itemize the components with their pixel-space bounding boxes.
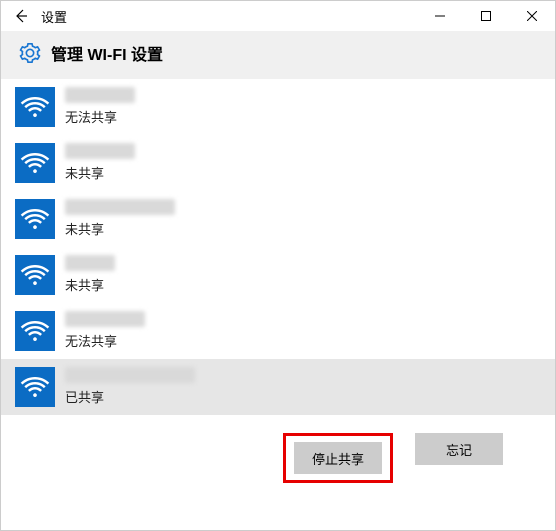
back-button[interactable] [11,6,31,26]
stop-share-button[interactable]: 停止共享 [294,442,382,474]
network-name-redacted [65,199,175,215]
network-name-redacted [65,311,145,327]
network-status: 未共享 [65,219,175,238]
maximize-button[interactable] [463,1,509,31]
network-status: 无法共享 [65,107,135,126]
network-item[interactable]: 未共享 [1,191,555,247]
wifi-icon [15,87,55,127]
window-controls [417,1,555,31]
wifi-icon [15,255,55,295]
network-item[interactable]: 未共享 [1,247,555,303]
network-name-redacted [65,367,195,383]
network-name-redacted [65,143,135,159]
network-status: 已共享 [65,387,195,406]
action-row: 停止共享 忘记 [1,415,555,483]
wifi-icon [15,199,55,239]
network-text: 无法共享 [65,87,135,126]
network-name-redacted [65,87,135,103]
network-name-redacted [65,255,115,271]
wifi-icon [15,143,55,183]
highlight-annotation: 停止共享 [283,433,393,483]
network-text: 未共享 [65,199,175,238]
minimize-button[interactable] [417,1,463,31]
close-icon [527,11,537,21]
titlebar: 设置 [1,1,555,31]
network-list: 无法共享未共享未共享未共享无法共享已共享 [1,79,555,415]
network-text: 未共享 [65,255,115,294]
network-item[interactable]: 无法共享 [1,303,555,359]
forget-button[interactable]: 忘记 [415,433,503,465]
network-text: 已共享 [65,367,195,406]
network-item[interactable]: 未共享 [1,135,555,191]
gear-icon [19,42,41,64]
titlebar-left: 设置 [1,6,67,26]
network-text: 未共享 [65,143,135,182]
wifi-icon [15,367,55,407]
maximize-icon [481,11,491,21]
arrow-left-icon [13,8,29,24]
network-status: 未共享 [65,275,115,294]
window-title: 设置 [41,7,67,26]
page-title: 管理 WI-FI 设置 [51,41,163,65]
wifi-icon [15,311,55,351]
network-status: 无法共享 [65,331,145,350]
network-status: 未共享 [65,163,135,182]
network-text: 无法共享 [65,311,145,350]
network-item[interactable]: 已共享 [1,359,555,415]
minimize-icon [435,11,445,21]
page-header: 管理 WI-FI 设置 [1,31,555,79]
network-item[interactable]: 无法共享 [1,79,555,135]
close-button[interactable] [509,1,555,31]
